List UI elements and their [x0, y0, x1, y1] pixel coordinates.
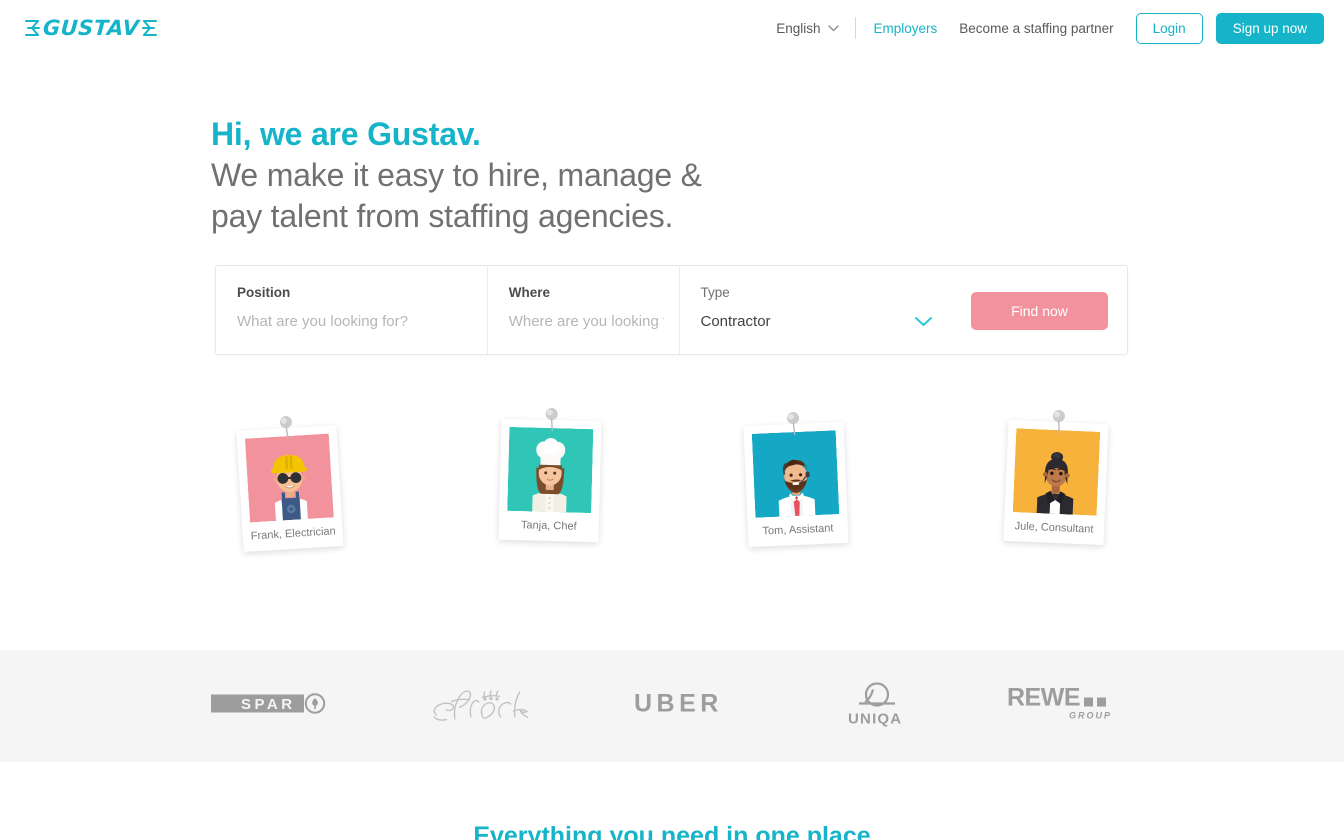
chevron-down-icon	[914, 316, 933, 327]
hero-subline-2: pay talent from staffing agencies.	[211, 198, 674, 234]
talent-photo-jule	[1012, 428, 1101, 516]
where-label: Where	[508, 285, 550, 300]
talent-card-jule[interactable]: Jule, Consultant	[1003, 410, 1109, 546]
svg-text:UBER: UBER	[634, 691, 723, 717]
where-input[interactable]	[508, 313, 664, 330]
position-label: Position	[237, 285, 291, 300]
talent-caption: Tanja, Chef	[520, 519, 577, 533]
talent-polaroids: Frank, Electrician Tanja, Chef Tom, Assi…	[0, 400, 1344, 570]
language-label: English	[776, 20, 821, 36]
pin-icon	[277, 415, 297, 445]
language-selector[interactable]: English	[776, 21, 854, 36]
talent-caption: Jule, Consultant	[1014, 520, 1094, 536]
find-now-button[interactable]: Find now	[971, 292, 1108, 330]
uniqa-logo: UNIQA	[843, 680, 913, 733]
signup-button[interactable]: Sign up now	[1215, 12, 1324, 44]
landing-page: GUSTAV English Employers Become a staffi…	[0, 0, 1344, 840]
hero-subline-1: We make it easy to hire, manage &	[211, 157, 702, 193]
talent-card-frank[interactable]: Frank, Electrician	[236, 416, 344, 552]
type-select[interactable]: Contractor	[701, 313, 933, 330]
nav-link-staffing-partner[interactable]: Become a staffing partner	[959, 21, 1113, 36]
talent-caption: Frank, Electrician	[250, 525, 337, 543]
svg-text:REWE: REWE	[1007, 684, 1080, 712]
gustav-logo[interactable]: GUSTAV	[24, 13, 158, 43]
logo-wordmark: GUSTAV	[42, 16, 141, 40]
hero-text: Hi, we are Gustav. We make it easy to hi…	[211, 114, 702, 237]
svg-text:SPAR: SPAR	[241, 696, 296, 713]
search-field-where: Where	[488, 266, 680, 354]
search-field-position: Position	[216, 266, 488, 354]
stroeck-logo	[421, 680, 541, 733]
spar-logo: SPAR	[211, 691, 326, 722]
site-header: GUSTAV English Employers Become a staffi…	[0, 0, 1344, 56]
job-search-bar: Position Where Type Contractor Find now	[215, 265, 1128, 355]
position-input[interactable]	[237, 313, 487, 330]
logo-rays-left-icon	[24, 17, 41, 39]
talent-photo-tom	[751, 430, 840, 518]
talent-photo-frank	[244, 433, 334, 523]
polaroid-frame: Tanja, Chef	[498, 418, 602, 543]
next-section: Everything you need in one place	[0, 762, 1344, 840]
polaroid-frame: Frank, Electrician	[236, 425, 344, 552]
svg-text:UNIQA: UNIQA	[848, 711, 902, 728]
login-button[interactable]: Login	[1135, 12, 1203, 44]
talent-caption: Tom, Assistant	[762, 522, 834, 538]
pin-icon	[542, 407, 561, 436]
svg-text:GROUP: GROUP	[1069, 711, 1112, 721]
logo-rays-right-icon	[141, 17, 158, 39]
talent-card-tom[interactable]: Tom, Assistant	[743, 412, 849, 548]
type-selected-value: Contractor	[700, 313, 771, 330]
next-section-title: Everything you need in one place	[473, 822, 871, 840]
chevron-down-icon	[827, 24, 839, 32]
client-logo-band: SPAR UBER UNIQA REWE GROUP	[0, 650, 1344, 762]
rewe-logo: REWE GROUP	[1007, 684, 1125, 729]
polaroid-frame: Jule, Consultant	[1003, 419, 1109, 546]
header-nav: English Employers Become a staffing part…	[776, 0, 1324, 56]
talent-photo-tanja	[507, 426, 594, 514]
pin-icon	[784, 411, 803, 441]
nav-link-employers[interactable]: Employers	[874, 21, 938, 36]
nav-divider	[854, 17, 856, 39]
hero-headline: Hi, we are Gustav.	[211, 116, 481, 152]
search-field-type: Type Contractor Find now	[680, 266, 1128, 354]
talent-card-tanja[interactable]: Tanja, Chef	[498, 408, 602, 543]
uber-logo: UBER	[634, 690, 747, 722]
polaroid-frame: Tom, Assistant	[743, 421, 849, 548]
pin-icon	[1049, 409, 1068, 439]
